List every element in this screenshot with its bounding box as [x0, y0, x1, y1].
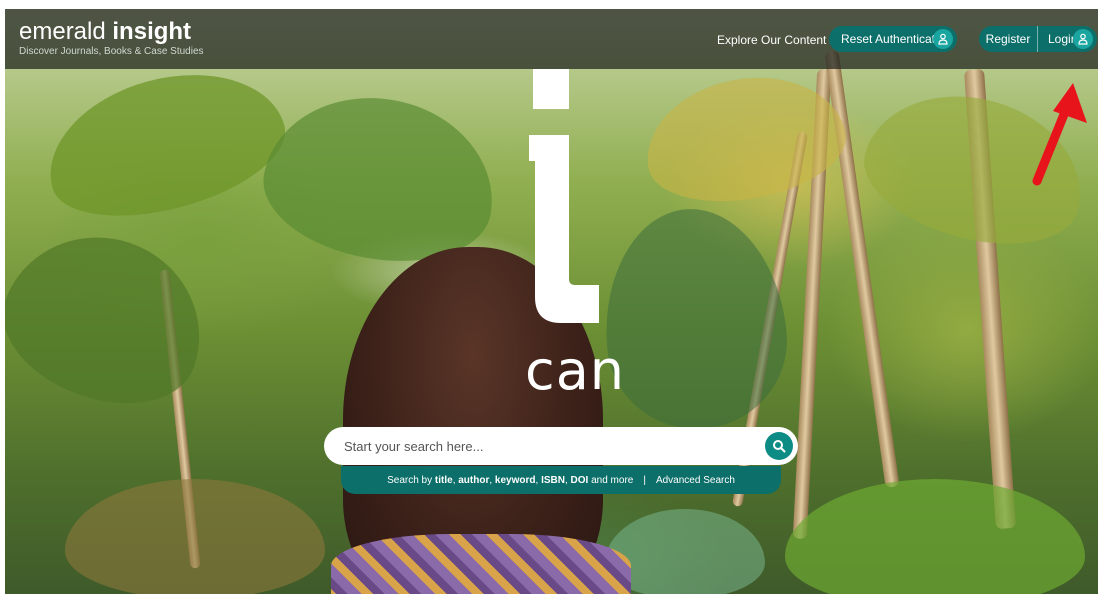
hint-term: title [434, 474, 453, 486]
logo-wordmark: emerald insight [19, 19, 204, 45]
person-clothing [331, 534, 631, 594]
hint-term: keyword [494, 474, 536, 486]
user-icon [933, 29, 953, 49]
palm-frond [32, 50, 298, 238]
search-hint-bar: Search by title, author, keyword, ISBN, … [341, 466, 781, 494]
reset-authentication-button[interactable]: Reset Authentication [829, 26, 957, 52]
hint-prefix: Search by [387, 474, 435, 486]
hint-separator: | [643, 474, 646, 486]
login-button[interactable]: Login [1038, 26, 1097, 52]
search-box [324, 427, 798, 465]
bush [785, 479, 1085, 594]
top-navigation-bar: emerald insight Discover Journals, Books… [5, 9, 1098, 69]
bush [65, 479, 325, 594]
hint-term: DOI [570, 474, 589, 486]
advanced-search-link[interactable]: Advanced Search [656, 475, 735, 486]
search-button[interactable] [765, 432, 793, 460]
register-button[interactable]: Register [979, 26, 1038, 52]
search-icon [773, 440, 786, 453]
hint-suffix: and more [588, 474, 634, 486]
hero-word: can [525, 339, 626, 402]
site-logo[interactable]: emerald insight Discover Journals, Books… [19, 19, 204, 58]
user-icon [1073, 29, 1093, 49]
hint-term: ISBN [541, 474, 565, 486]
logo-bold-text: insight [112, 18, 192, 45]
search-hint-text: Search by title, author, keyword, ISBN, … [387, 474, 634, 486]
hint-term: author [458, 474, 490, 486]
search-input[interactable] [324, 427, 798, 465]
explore-content-link[interactable]: Explore Our Content [717, 33, 826, 47]
palm-frond [595, 201, 795, 437]
palm-frond [5, 209, 227, 429]
page-frame: i can emerald insight Discover Journals,… [5, 9, 1098, 594]
logo-tagline: Discover Journals, Books & Case Studies [19, 46, 204, 57]
account-button-group: Register Login [979, 26, 1097, 52]
logo-light-text: emerald [19, 18, 106, 45]
red-arrow-annotation [1032, 83, 1087, 186]
big-i-graphic: i [529, 69, 599, 323]
